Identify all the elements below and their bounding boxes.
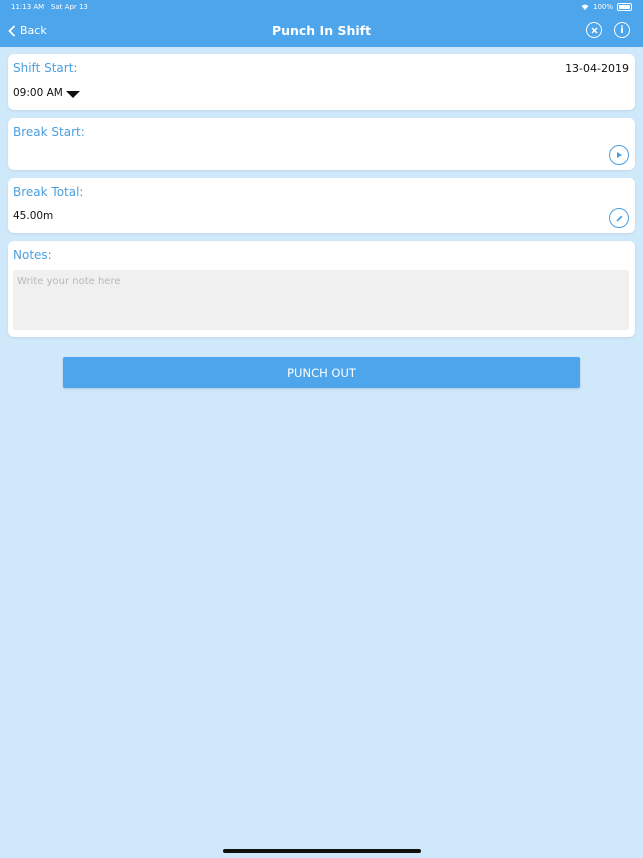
break-total-card: Break Total: 45.00m — [8, 178, 635, 233]
shift-start-card: Shift Start: 13-04-2019 09:00 AM — [8, 54, 635, 110]
break-start-card: Break Start: — [8, 118, 635, 170]
notes-label: Notes: — [13, 248, 52, 262]
battery-icon — [617, 3, 632, 11]
notes-input[interactable] — [13, 270, 629, 330]
notes-card: Notes: — [8, 241, 635, 337]
break-total-label: Break Total: — [13, 185, 84, 199]
page-title: Punch In Shift — [271, 23, 372, 38]
play-icon[interactable] — [609, 145, 629, 165]
edit-pencil-icon[interactable] — [609, 208, 629, 228]
shift-date[interactable]: 13-04-2019 — [565, 62, 629, 75]
home-indicator — [223, 849, 421, 853]
info-icon[interactable]: i — [614, 22, 630, 38]
close-circle-icon[interactable] — [586, 22, 602, 38]
shift-start-time[interactable]: 09:00 AM — [13, 87, 63, 99]
status-indicators: 100% — [581, 3, 632, 11]
dropdown-arrow-icon[interactable] — [66, 91, 80, 98]
break-total-value: 45.00m — [13, 210, 54, 222]
top-bar: 11:13 AM Sat Apr 13 100% Back Punch In S… — [0, 0, 643, 47]
nav-actions: i — [586, 22, 630, 38]
battery-percent: 100% — [592, 3, 613, 11]
status-time: 11:13 AM Sat Apr 13 — [11, 3, 88, 11]
break-start-label: Break Start: — [13, 125, 85, 139]
shift-start-label: Shift Start: — [13, 61, 78, 75]
wifi-icon — [581, 4, 589, 10]
punch-out-button[interactable]: PUNCH OUT — [63, 357, 580, 388]
